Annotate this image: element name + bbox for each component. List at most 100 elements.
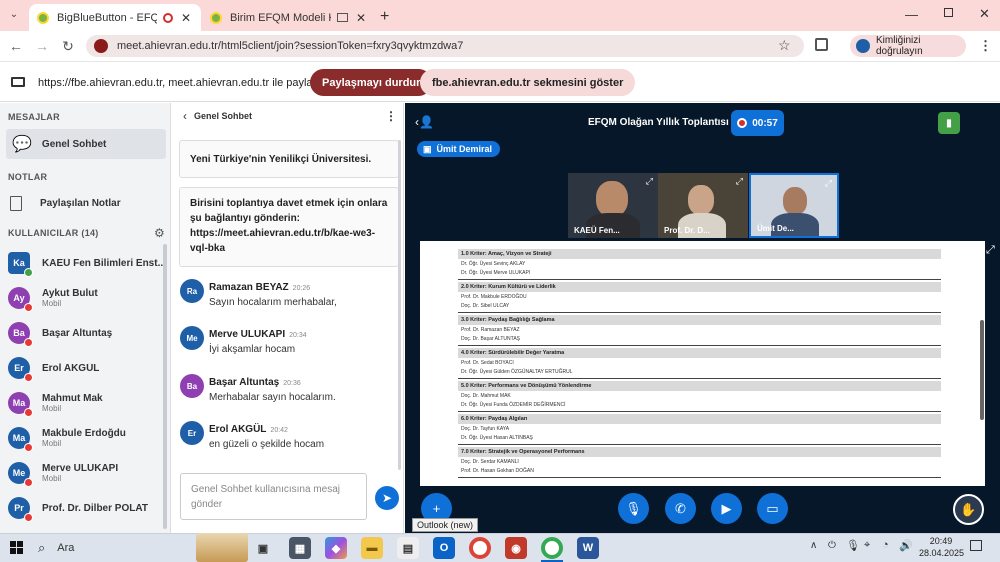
reload-icon[interactable]: ↻ bbox=[60, 38, 76, 54]
tray-mic-icon[interactable]: 🎙 bbox=[846, 539, 860, 552]
window-close-icon[interactable]: ✕ bbox=[979, 6, 990, 22]
user-list-scrollbar[interactable] bbox=[163, 244, 167, 529]
chrome-active-icon[interactable] bbox=[541, 537, 563, 559]
user-avatar: Ba bbox=[8, 322, 33, 347]
stop-sharing-button[interactable]: Paylaşmayı durdur bbox=[310, 69, 433, 96]
tab-birim-efqm[interactable]: Birim EFQM Modeli Komisy ✕ bbox=[202, 4, 374, 31]
user-list-item[interactable]: Er Erol AKGÜL bbox=[8, 351, 168, 385]
video-label: Ümit De... bbox=[757, 224, 794, 233]
file-explorer-icon[interactable]: ▬ bbox=[361, 537, 383, 559]
tab-list-dropdown-icon[interactable]: ⌄ bbox=[6, 9, 22, 25]
user-list-item[interactable]: Ma Makbule Erdoğdu Mobil bbox=[8, 421, 168, 455]
bookmark-star-icon[interactable]: ☆ bbox=[778, 37, 791, 54]
fullscreen-icon[interactable]: ⤢ bbox=[646, 176, 653, 187]
video-tile-active-speaker[interactable]: Ümit De... ⤢ bbox=[749, 173, 839, 238]
close-tab-icon[interactable]: ✕ bbox=[181, 11, 191, 25]
message-text: Merhabalar sayın hocalarım. bbox=[209, 392, 336, 403]
app-icon[interactable]: ◉ bbox=[505, 537, 527, 559]
profile-identity-button[interactable]: Kimliğinizi doğrulayın bbox=[850, 35, 966, 57]
criterion-member: Prof. Dr. Ramazan BEYAZ bbox=[461, 327, 520, 333]
chat-message-input[interactable]: Genel Sohbet kullanıcısına mesaj gönder bbox=[180, 473, 367, 520]
criterion-divider bbox=[458, 477, 941, 478]
plus-icon: + bbox=[432, 501, 441, 516]
user-list-item[interactable]: Ka KAEÜ Fen Bilimleri Enst... (Sen) bbox=[8, 246, 168, 280]
user-name: Başar Altuntaş bbox=[42, 327, 113, 339]
screen-share-icon bbox=[336, 13, 348, 22]
user-list-item[interactable]: Me Merve ULUKAPI Mobil bbox=[8, 456, 168, 490]
criterion-divider bbox=[458, 279, 941, 280]
monitor-icon: ▭ bbox=[766, 500, 779, 516]
settings-gear-icon[interactable]: ⚙ bbox=[154, 226, 165, 240]
chevron-left-icon: ‹ bbox=[183, 109, 187, 123]
fullscreen-icon[interactable]: ⤢ bbox=[825, 178, 832, 189]
microsoft-store-icon[interactable]: ▤ bbox=[397, 537, 419, 559]
kebab-menu-icon[interactable]: ⋮ bbox=[979, 38, 992, 54]
chat-scrollbar[interactable] bbox=[398, 140, 401, 470]
message-time: 20:36 bbox=[283, 380, 301, 387]
wifi-icon[interactable]: ◔ bbox=[882, 539, 889, 551]
toggle-user-list-icon[interactable]: ‹👤 bbox=[415, 115, 434, 129]
clock[interactable]: 20:49 28.04.2025 bbox=[919, 535, 964, 559]
tray-chevron-icon[interactable]: ∧ bbox=[810, 540, 817, 551]
message-text: İyi akşamlar hocam bbox=[209, 344, 296, 355]
bbb-favicon-icon bbox=[210, 11, 222, 24]
criterion-divider bbox=[458, 345, 941, 346]
shared-notes-item[interactable]: Paylaşılan Notlar bbox=[10, 192, 166, 214]
criterion-divider bbox=[458, 411, 941, 412]
site-info-icon[interactable] bbox=[94, 39, 108, 53]
outlook-icon[interactable]: O bbox=[433, 537, 455, 559]
task-view-icon[interactable]: ▣ bbox=[252, 537, 274, 559]
audio-phone-button[interactable]: ✆ bbox=[665, 493, 696, 524]
windows-start-icon[interactable] bbox=[10, 541, 23, 554]
recording-timer[interactable]: 00:57 bbox=[731, 110, 784, 136]
tab-bigbluebutton[interactable]: BigBlueButton - EFQM Olağ ✕ bbox=[29, 4, 201, 31]
close-tab-icon[interactable]: ✕ bbox=[356, 11, 366, 25]
restore-icon[interactable] bbox=[944, 8, 953, 17]
extensions-icon[interactable] bbox=[815, 38, 828, 51]
camera-button[interactable]: ▶ bbox=[711, 493, 742, 524]
user-list-item[interactable]: Ba Başar Altuntaş bbox=[8, 316, 168, 350]
chrome-icon[interactable] bbox=[469, 537, 491, 559]
calculator-icon[interactable]: ▦ bbox=[289, 537, 311, 559]
show-shared-tab-button[interactable]: fbe.ahievran.edu.tr sekmesini göster bbox=[420, 69, 636, 96]
microphone-icon: 🎙 bbox=[625, 500, 642, 516]
fullscreen-icon[interactable]: ⤢ bbox=[736, 176, 743, 187]
expand-fullscreen-icon[interactable]: ⤢ bbox=[986, 244, 995, 257]
video-tile[interactable]: KAEÜ Fen... ⤢ bbox=[568, 173, 658, 238]
url-text[interactable]: meet.ahievran.edu.tr/html5client/join?se… bbox=[117, 40, 463, 52]
presenter-badge: ▣ Ümit Demiral bbox=[417, 141, 501, 157]
new-tab-plus-icon[interactable]: + bbox=[380, 8, 389, 26]
notifications-icon[interactable] bbox=[970, 540, 982, 551]
slide-scrollbar[interactable] bbox=[980, 320, 984, 420]
chat-options-icon[interactable]: ⋮ bbox=[385, 109, 397, 123]
screen-share-button[interactable]: ▭ bbox=[757, 493, 788, 524]
send-message-button[interactable]: ➤ bbox=[375, 486, 399, 510]
general-chat-item[interactable]: 💬 Genel Sohbet bbox=[6, 129, 166, 159]
volume-icon[interactable]: 🔊 bbox=[899, 539, 913, 552]
criterion-header: 4.0 Kriter: Sürdürülebilir Değer Yaratma bbox=[458, 348, 941, 358]
copilot-icon[interactable]: ◆ bbox=[325, 537, 347, 559]
user-list-item[interactable]: Ma Mahmut Mak Mobil bbox=[8, 386, 168, 420]
message-author: Ramazan BEYAZ bbox=[209, 282, 289, 293]
back-arrow-icon[interactable]: ← bbox=[8, 38, 24, 54]
send-arrow-icon: ➤ bbox=[381, 491, 393, 505]
criterion-header: 6.0 Kriter: Paydaş Algıları bbox=[458, 414, 941, 424]
microphone-button[interactable]: 🎙 bbox=[618, 493, 649, 524]
chat-back-button[interactable]: ‹ Genel Sohbet bbox=[183, 109, 252, 123]
muted-icon bbox=[24, 478, 33, 487]
connection-status-icon[interactable]: ▮ bbox=[938, 112, 960, 134]
forward-arrow-icon[interactable]: → bbox=[34, 38, 50, 54]
raise-hand-button[interactable]: ✋ bbox=[953, 494, 984, 525]
word-icon[interactable]: W bbox=[577, 537, 599, 559]
video-tile[interactable]: Prof. Dr. D... ⤢ bbox=[658, 173, 748, 238]
tray-app-icon[interactable]: ⏻ bbox=[828, 540, 836, 551]
minimize-icon[interactable]: — bbox=[905, 7, 918, 22]
user-list-item[interactable]: Pr Prof. Dr. Dilber POLAT bbox=[8, 491, 168, 525]
user-list-item[interactable]: Ay Aykut Bulut Mobil bbox=[8, 281, 168, 315]
criterion-member: Dr. Öğr. Üyesi Sevinç AKLAY bbox=[461, 261, 526, 267]
tray-location-icon[interactable]: ⌖ bbox=[864, 539, 870, 552]
message-time: 20:42 bbox=[270, 427, 288, 434]
chat-message: Ra Ramazan BEYAZ 20:26 Sayın hocalarım merh… bbox=[180, 279, 400, 308]
muted-icon bbox=[24, 443, 33, 452]
address-bar[interactable]: meet.ahievran.edu.tr/html5client/join?se… bbox=[86, 35, 804, 57]
